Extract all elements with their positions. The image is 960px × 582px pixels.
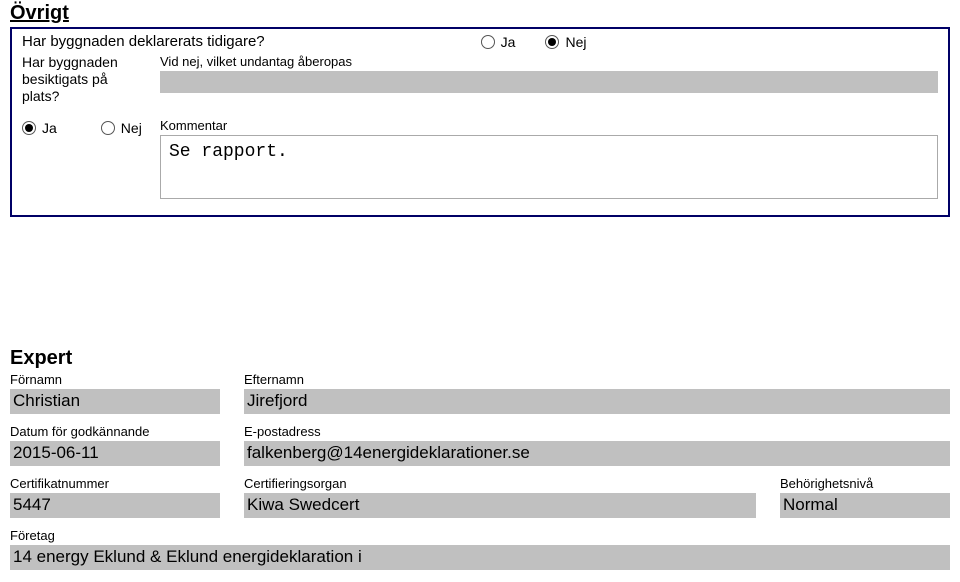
inspected-nej-label: Nej — [121, 120, 142, 136]
declared-ja-option[interactable]: Ja — [481, 34, 516, 50]
radio-icon — [22, 121, 36, 135]
comment-label: Kommentar — [160, 118, 938, 133]
exception-field[interactable] — [160, 71, 938, 93]
inspected-radios: Ja Nej — [22, 118, 142, 136]
ovrigt-panel: Har byggnaden deklarerats tidigare? Ja N… — [10, 27, 950, 217]
inspected-question: Har byggnaden besiktigats på plats? — [22, 54, 142, 104]
exception-label: Vid nej, vilket undantag åberopas — [160, 54, 938, 69]
fornamn-value: Christian — [10, 389, 220, 414]
cert-label: Certifikatnummer — [10, 476, 220, 491]
datum-value: 2015-06-11 — [10, 441, 220, 466]
inspected-ja-label: Ja — [42, 120, 57, 136]
expert-row-cert: Certifikatnummer 5447 Certifieringsorgan… — [10, 476, 950, 518]
epost-label: E-postadress — [244, 424, 950, 439]
efternamn-label: Efternamn — [244, 372, 950, 387]
radio-icon — [101, 121, 115, 135]
declared-nej-option[interactable]: Nej — [545, 34, 586, 50]
niva-value: Normal — [780, 493, 950, 518]
expert-row-name: Förnamn Christian Efternamn Jirefjord — [10, 372, 950, 414]
expert-row-datum: Datum för godkännande 2015-06-11 E-posta… — [10, 424, 950, 466]
inspected-row: Har byggnaden besiktigats på plats? Vid … — [22, 54, 938, 104]
section-title-ovrigt: Övrigt — [10, 2, 950, 25]
niva-label: Behörighetsnivå — [780, 476, 950, 491]
comment-row: Ja Nej Kommentar Se rapport. — [22, 118, 938, 199]
inspected-nej-option[interactable]: Nej — [101, 120, 142, 136]
expert-row-foretag: Företag 14 energy Eklund & Eklund energi… — [10, 528, 950, 572]
declared-nej-label: Nej — [565, 34, 586, 50]
radio-icon — [481, 35, 495, 49]
efternamn-value: Jirefjord — [244, 389, 950, 414]
organ-value: Kiwa Swedcert — [244, 493, 756, 518]
comment-field[interactable]: Se rapport. — [160, 135, 938, 199]
exception-column: Vid nej, vilket undantag åberopas — [160, 54, 938, 104]
declared-question: Har byggnaden deklarerats tidigare? — [22, 33, 265, 50]
declared-ja-label: Ja — [501, 34, 516, 50]
inspected-ja-option[interactable]: Ja — [22, 120, 57, 136]
fornamn-label: Förnamn — [10, 372, 220, 387]
radio-icon — [545, 35, 559, 49]
cert-value: 5447 — [10, 493, 220, 518]
comment-column: Kommentar Se rapport. — [160, 118, 938, 199]
datum-label: Datum för godkännande — [10, 424, 220, 439]
section-title-expert: Expert — [10, 347, 950, 370]
declared-row: Har byggnaden deklarerats tidigare? Ja N… — [22, 33, 938, 50]
foretag-label: Företag — [10, 528, 950, 543]
epost-value: falkenberg@14energideklarationer.se — [244, 441, 950, 466]
foretag-value: 14 energy Eklund & Eklund energideklarat… — [10, 545, 950, 572]
organ-label: Certifieringsorgan — [244, 476, 756, 491]
